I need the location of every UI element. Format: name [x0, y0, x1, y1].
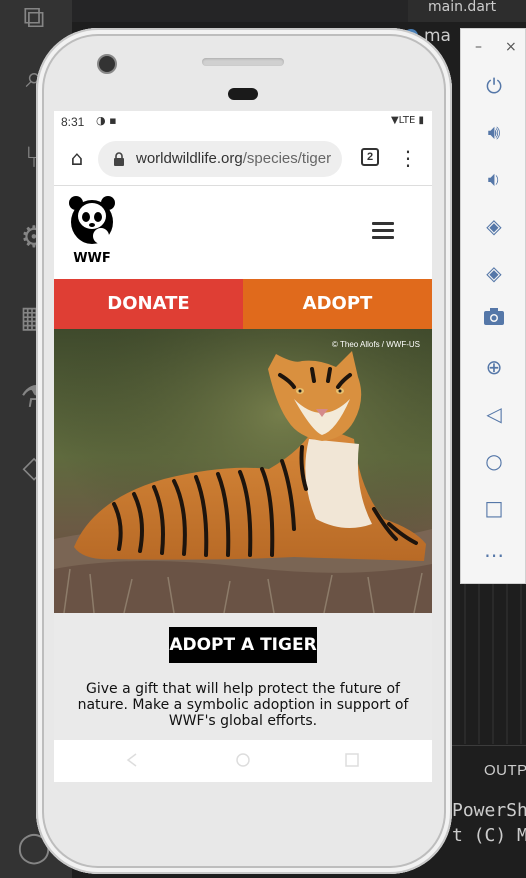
tab-switcher-button[interactable]: 2	[361, 148, 379, 166]
emulator-toolbar: – × ⏻ 🔊︎ 🔉︎ ◈ ◈ ⊕ ◁ ○ □ ⋯	[460, 28, 526, 584]
editor-tab-bar: main.dart	[72, 0, 526, 22]
adopt-section: ADOPT A TIGER Give a gift that will help…	[54, 613, 432, 740]
back-icon[interactable]: ◁	[481, 401, 507, 427]
explorer-icon[interactable]: ⧉	[16, 0, 52, 36]
network-type: LTE	[398, 115, 416, 126]
status-right: ▼LTE ▮	[391, 115, 424, 126]
nav-back-icon[interactable]	[124, 752, 140, 768]
minimize-button[interactable]: –	[475, 39, 482, 55]
terminal-line: t (C) M	[452, 825, 526, 846]
tiger-photo	[54, 329, 432, 613]
earpiece	[202, 58, 284, 66]
url-domain: worldwildlife.org	[136, 150, 243, 167]
lock-icon	[114, 152, 124, 166]
adopt-description: Give a gift that will help protect the f…	[77, 681, 409, 729]
url-path: /species/tiger	[242, 150, 332, 167]
terminal-line: PowerSh	[452, 800, 526, 821]
logo-text: WWF	[73, 251, 111, 266]
photo-credit: © Theo Allofs / WWF-US	[332, 340, 420, 349]
zoom-icon[interactable]: ⊕	[481, 354, 507, 380]
editor-minimap	[452, 584, 526, 744]
url-text: worldwildlife.org/species/tiger	[136, 150, 331, 167]
status-time: 8:31	[61, 115, 85, 129]
adopt-button[interactable]: ADOPT	[243, 279, 432, 329]
status-bar: 8:31 ◑ ▪ ▼LTE ▮	[54, 111, 432, 133]
camera-icon[interactable]	[481, 307, 507, 333]
phone-screen: 8:31 ◑ ▪ ▼LTE ▮ ⌂ worldwildlife.org/spec…	[54, 111, 432, 782]
adopt-a-tiger-heading[interactable]: ADOPT A TIGER	[169, 627, 317, 663]
site-header: WWF	[54, 186, 432, 279]
nav-recents-icon[interactable]	[344, 752, 360, 768]
tiger-hero-image: © Theo Allofs / WWF-US	[54, 329, 432, 613]
home-icon[interactable]: ⌂	[66, 147, 88, 169]
hamburger-menu-icon[interactable]	[372, 222, 394, 240]
bottom-panel: OUTP PowerSh t (C) M	[452, 745, 526, 878]
overview-icon[interactable]: □	[481, 495, 507, 521]
home-icon[interactable]: ○	[481, 448, 507, 474]
volume-up-icon[interactable]: 🔊︎	[481, 119, 507, 145]
menu-icon[interactable]: ⋮	[398, 145, 418, 171]
wwf-logo[interactable]: WWF	[67, 194, 117, 266]
wifi-icon: ▼	[390, 115, 399, 126]
more-icon[interactable]: ⋯	[481, 542, 507, 568]
volume-down-icon[interactable]: 🔉︎	[481, 166, 507, 192]
nav-home-icon[interactable]	[235, 752, 251, 768]
rotate-left-icon[interactable]: ◈	[481, 213, 507, 239]
front-camera	[97, 54, 117, 74]
url-field[interactable]: worldwildlife.org/species/tiger	[98, 141, 342, 177]
donate-button[interactable]: DONATE	[54, 279, 243, 329]
terminal-output: PowerSh t (C) M	[452, 798, 526, 848]
output-tab[interactable]: OUTP	[484, 762, 526, 779]
notification-icons: ◑ ▪	[96, 114, 117, 127]
close-button[interactable]: ×	[505, 39, 517, 55]
battery-icon: ▮	[418, 115, 424, 126]
rotate-right-icon[interactable]: ◈	[481, 260, 507, 286]
proximity-sensor	[228, 88, 258, 100]
editor-tab[interactable]: main.dart	[408, 0, 526, 22]
android-nav-bar	[54, 740, 432, 782]
power-icon[interactable]: ⏻	[481, 73, 507, 99]
browser-toolbar: ⌂ worldwildlife.org/species/tiger 2 ⋮	[54, 133, 432, 186]
